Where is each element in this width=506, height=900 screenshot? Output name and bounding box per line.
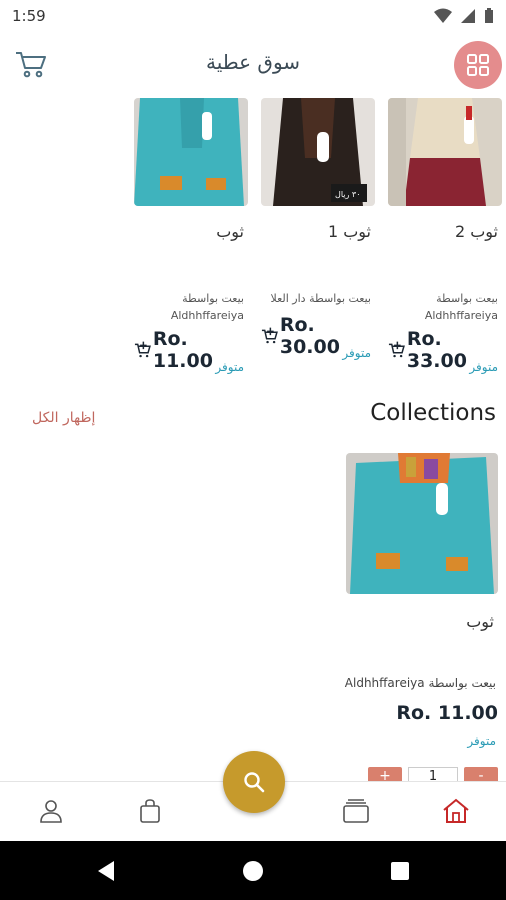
status-time: 1:59 xyxy=(12,7,46,25)
profile-icon xyxy=(40,800,62,823)
quantity-plus-button[interactable]: + xyxy=(368,767,402,781)
seller-prefix: بيعت بواسطة دار العلا xyxy=(270,292,371,305)
recents-icon xyxy=(391,862,409,880)
seller-name: Aldhhffareiya xyxy=(170,309,244,322)
status-icons xyxy=(434,8,494,24)
product-carousel[interactable]: ثوب 2 بيعت بواسطة Aldhhffareiya Ro. 33.0… xyxy=(0,96,506,386)
collection-product-image[interactable] xyxy=(346,453,498,594)
bag-icon xyxy=(140,799,160,823)
seller-name: Aldhhffareiya xyxy=(424,309,498,322)
collection-product-name[interactable]: ثوب xyxy=(466,612,494,631)
product-card[interactable]: ثوب بيعت بواسطة Aldhhffareiya Ro. 11.00 … xyxy=(134,96,248,386)
product-name[interactable]: ثوب xyxy=(216,222,244,241)
search-fab-button[interactable] xyxy=(223,751,285,813)
status-bar: 1:59 xyxy=(0,0,506,32)
nav-orders[interactable] xyxy=(133,794,167,828)
add-to-cart-icon[interactable] xyxy=(134,341,151,359)
collection-product-seller: بيعت بواسطة Aldhhffareiya xyxy=(344,676,496,690)
svg-text:٣٠ ريال: ٣٠ ريال xyxy=(335,190,360,199)
add-to-cart-icon[interactable] xyxy=(388,341,405,359)
product-card[interactable]: ٣٠ ريال ثوب 1 بيعت بواسطة دار العلا Ro. … xyxy=(261,96,375,386)
product-image[interactable]: ٣٠ ريال xyxy=(261,98,375,206)
home-system-button[interactable] xyxy=(241,859,265,883)
product-seller: بيعت بواسطة Aldhhffareiya xyxy=(425,290,498,324)
stock-status: متوفر xyxy=(215,360,244,374)
search-icon xyxy=(244,772,265,793)
battery-icon xyxy=(485,8,493,23)
seller-prefix: بيعت بواسطة xyxy=(182,292,244,305)
recents-button[interactable] xyxy=(388,859,412,883)
collections-icon xyxy=(343,799,369,823)
product-name[interactable]: ثوب 2 xyxy=(455,222,498,241)
stock-status: متوفر xyxy=(342,346,371,360)
quantity-minus-button[interactable]: - xyxy=(464,767,498,781)
nav-profile[interactable] xyxy=(34,794,68,828)
add-to-cart-icon[interactable] xyxy=(261,327,278,345)
section-title: Collections xyxy=(370,400,496,426)
product-image[interactable] xyxy=(388,98,502,206)
signal-icon xyxy=(461,9,475,23)
product-seller: بيعت بواسطة Aldhhffareiya xyxy=(171,290,244,324)
product-card[interactable]: ثوب 2 بيعت بواسطة Aldhhffareiya Ro. 33.0… xyxy=(388,96,502,386)
product-image[interactable] xyxy=(134,98,248,206)
product-seller: بيعت بواسطة دار العلا xyxy=(271,290,371,307)
wifi-icon xyxy=(434,8,452,23)
product-name[interactable]: ثوب 1 xyxy=(328,222,371,241)
app-bar: سوق عطية xyxy=(0,32,506,96)
show-all-link[interactable]: إظهار الكل xyxy=(32,410,95,426)
system-navigation-bar xyxy=(0,841,506,900)
collection-product-price: Ro. 11.00 xyxy=(396,702,498,724)
nav-home[interactable] xyxy=(439,794,473,828)
back-icon xyxy=(98,861,114,881)
nav-collections[interactable] xyxy=(339,794,373,828)
home-icon xyxy=(443,798,469,823)
grid-icon xyxy=(467,54,489,76)
back-button[interactable] xyxy=(94,859,118,883)
app-title: سوق عطية xyxy=(205,50,301,74)
circle-home-icon xyxy=(243,861,263,881)
stock-status: متوفر xyxy=(469,360,498,374)
seller-prefix: بيعت بواسطة xyxy=(436,292,498,305)
categories-button[interactable] xyxy=(454,41,502,89)
quantity-input[interactable]: 1 xyxy=(408,767,458,781)
collection-stock-status: متوفر xyxy=(467,734,496,748)
